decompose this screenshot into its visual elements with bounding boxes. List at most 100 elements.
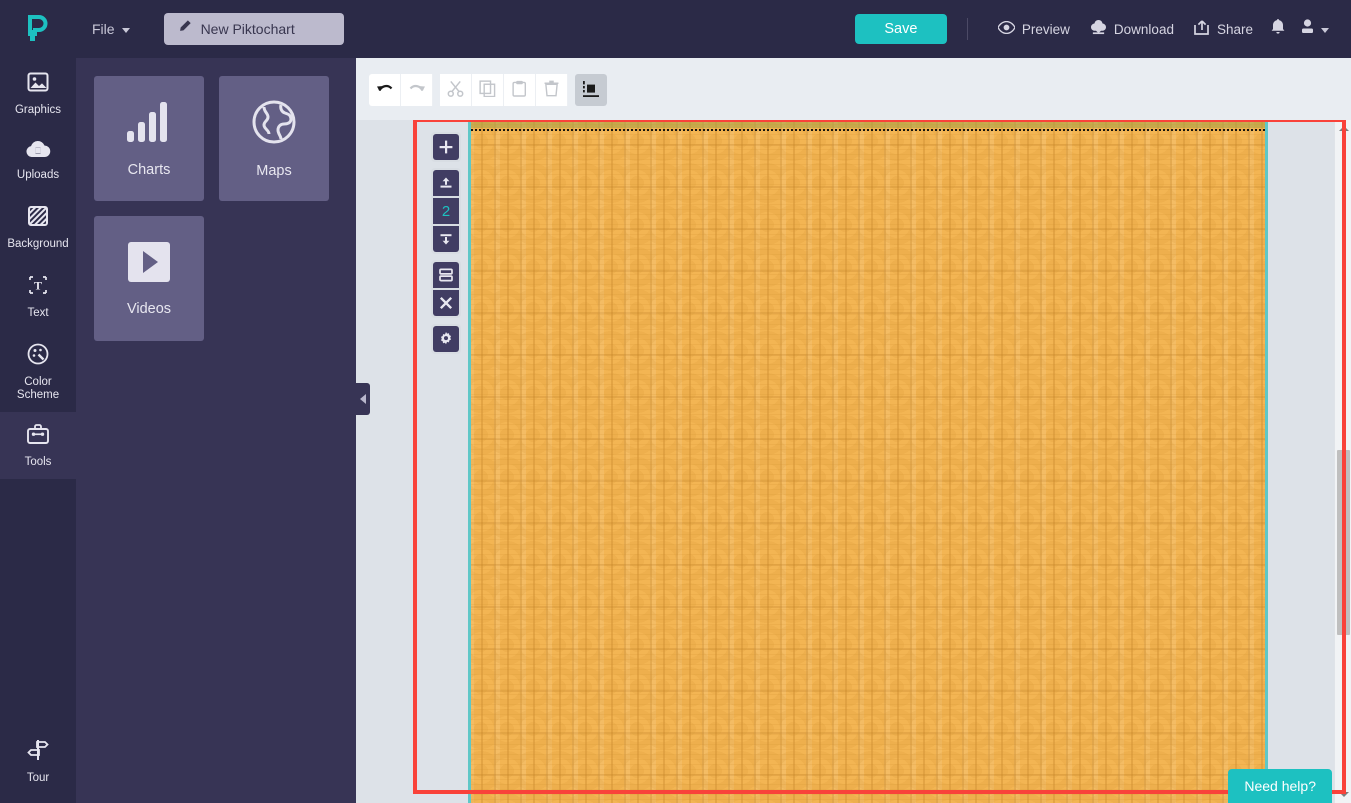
sidebar-label-color-scheme: Color Scheme [16, 376, 60, 401]
editor-area: 2 Need help? [356, 58, 1351, 803]
close-x-icon [439, 296, 453, 310]
scroll-thumb[interactable] [1337, 450, 1350, 635]
app-logo[interactable] [0, 15, 76, 43]
vertical-scrollbar[interactable] [1334, 120, 1351, 803]
copy-button[interactable] [472, 74, 504, 106]
scissors-icon [447, 80, 464, 100]
preview-label: Preview [1021, 21, 1070, 37]
move-block-up-icon [440, 177, 452, 188]
file-menu[interactable]: File [84, 15, 138, 43]
svg-text:T: T [34, 279, 42, 293]
sidebar-label-graphics: Graphics [14, 104, 62, 116]
remove-block-button[interactable] [433, 290, 459, 316]
move-block-down-icon [440, 234, 452, 245]
redo-arrow-icon [408, 82, 426, 99]
move-block-up-button[interactable] [433, 170, 459, 196]
notifications-button[interactable] [1263, 13, 1293, 46]
canvas-scroll-area[interactable]: 2 [356, 120, 1351, 803]
header-divider [966, 18, 968, 40]
sidebar-label-tour: Tour [26, 772, 50, 784]
block-number[interactable]: 2 [433, 198, 459, 224]
need-help-button[interactable]: Need help? [1228, 769, 1332, 803]
scroll-up-arrow-button[interactable] [1335, 120, 1351, 137]
block-toolbar: 2 [431, 132, 461, 360]
palette-icon [26, 342, 50, 370]
block-settings-button[interactable] [433, 326, 459, 352]
tools-card-label-maps: Maps [256, 162, 292, 179]
piktochart-logo-icon [27, 15, 49, 43]
grid-snap-icon [582, 80, 600, 101]
copy-icon [479, 80, 496, 100]
save-button[interactable]: Save [854, 14, 947, 44]
add-block-button[interactable] [433, 134, 459, 160]
globe-icon [251, 99, 297, 150]
file-menu-label: File [92, 21, 115, 37]
page-top-strip [468, 120, 1268, 128]
clipboard-icon [512, 80, 527, 100]
text-box-icon: T [26, 273, 50, 301]
account-chevron-down-icon [1321, 27, 1329, 33]
tools-card-videos[interactable]: Videos [94, 216, 204, 341]
toolbox-icon [26, 424, 50, 450]
snap-to-grid-button[interactable] [575, 74, 607, 106]
top-header: File New Piktochart Save Preview Downloa… [0, 0, 1351, 58]
sidebar-label-uploads: Uploads [16, 169, 60, 181]
chevron-left-icon [360, 394, 366, 404]
left-sidebar: Graphics Uploads Background T Text Color… [0, 58, 76, 803]
delete-button[interactable] [536, 74, 568, 106]
tools-card-label-videos: Videos [126, 300, 172, 317]
sidebar-item-uploads[interactable]: Uploads [0, 127, 76, 192]
gear-icon [440, 332, 452, 345]
header-actions: Save Preview Download Share [854, 13, 1351, 46]
scroll-down-arrow-icon [1338, 792, 1349, 797]
sidebar-item-background[interactable]: Background [0, 192, 76, 261]
download-icon [1090, 20, 1107, 38]
duplicate-block-icon [439, 268, 453, 282]
plus-icon [439, 140, 453, 154]
tools-card-label-charts: Charts [127, 161, 171, 178]
sidebar-item-text[interactable]: T Text [0, 261, 76, 330]
tools-card-maps[interactable]: Maps [219, 76, 329, 201]
sidebar-item-graphics[interactable]: Graphics [0, 58, 76, 127]
document-title-text: New Piktochart [200, 21, 295, 37]
block-divider-dotted-line [468, 129, 1268, 131]
document-title-field[interactable]: New Piktochart [163, 13, 344, 45]
tools-panel: Charts Maps Videos [76, 58, 356, 803]
tools-card-charts[interactable]: Charts [94, 76, 204, 201]
sidebar-label-text: Text [27, 307, 49, 319]
edit-toolbar [369, 74, 607, 106]
block-add-group [431, 132, 461, 162]
paste-button[interactable] [504, 74, 536, 106]
redo-button[interactable] [401, 74, 433, 106]
undo-arrow-icon [376, 82, 394, 99]
pencil-icon [177, 19, 192, 39]
tools-card-grid: Charts Maps Videos [76, 58, 332, 341]
play-button-icon [126, 241, 172, 288]
cut-button[interactable] [440, 74, 472, 106]
cloud-upload-icon [25, 139, 51, 163]
scroll-down-arrow-button[interactable] [1335, 786, 1351, 803]
duplicate-block-button[interactable] [433, 262, 459, 288]
user-avatar-icon [1301, 19, 1314, 39]
share-button[interactable]: Share [1184, 14, 1263, 44]
image-icon [26, 70, 50, 98]
eye-icon [997, 20, 1016, 37]
undo-button[interactable] [369, 74, 401, 106]
block-edit-group [431, 260, 461, 318]
collapse-panel-button[interactable] [356, 383, 370, 415]
sidebar-item-tools[interactable]: Tools [0, 412, 76, 479]
sidebar-label-background: Background [7, 238, 69, 250]
download-button[interactable]: Download [1080, 14, 1184, 44]
hatched-square-icon [26, 204, 50, 232]
preview-button[interactable]: Preview [988, 15, 1080, 43]
bell-icon [1271, 18, 1285, 40]
sidebar-item-color-scheme[interactable]: Color Scheme [0, 330, 76, 412]
sidebar-label-tools: Tools [24, 456, 52, 468]
move-block-down-button[interactable] [433, 226, 459, 252]
block-settings-group [431, 324, 461, 354]
signpost-icon [26, 738, 50, 766]
account-menu[interactable] [1293, 13, 1337, 45]
sidebar-item-tour[interactable]: Tour [0, 726, 76, 795]
infographic-page[interactable] [468, 120, 1268, 803]
bar-chart-icon [125, 100, 173, 149]
